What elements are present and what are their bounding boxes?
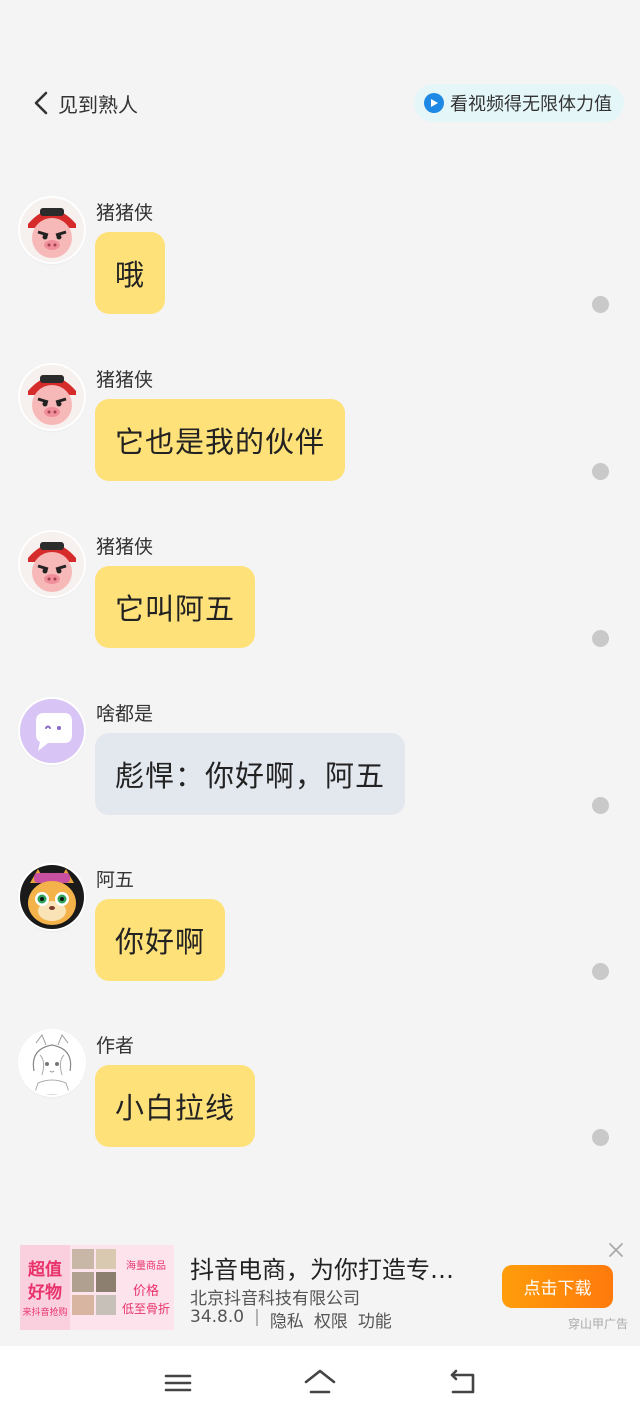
- message-bubble[interactable]: 哦: [95, 232, 166, 314]
- comment-dot-icon[interactable]: [592, 963, 609, 980]
- sender-name: 猪猪侠: [96, 369, 154, 391]
- ad-source-label: 穿山甲广告: [568, 1317, 629, 1331]
- pig-hero-avatar[interactable]: [20, 532, 84, 596]
- chat-message: 阿五 你好啊: [0, 865, 640, 1015]
- ad-banner[interactable]: 超值 好物 来抖音抢购 海量商品 价格 低至骨折 抖音电商，为你打造专… 北京抖…: [0, 1232, 640, 1344]
- home-button[interactable]: [303, 1368, 337, 1398]
- app-screen: 见到熟人 看视频得无限体力值 猪猪侠 哦 猪猪侠 它也是我的伙伴 猪猪侠 它叫阿…: [0, 0, 640, 1422]
- ad-image-text: 价格: [133, 1283, 159, 1299]
- close-icon: [609, 1243, 623, 1257]
- ad-image-text: 超值: [28, 1259, 62, 1280]
- back-button[interactable]: 见到熟人: [32, 84, 138, 122]
- ad-image-text: 低至骨折: [122, 1301, 170, 1316]
- ad-image-text: 来抖音抢购: [22, 1306, 67, 1318]
- comment-dot-icon[interactable]: [592, 296, 609, 313]
- ad-features-link[interactable]: 功能: [358, 1307, 392, 1332]
- message-bubble[interactable]: 它也是我的伙伴: [95, 399, 346, 481]
- comment-dot-icon[interactable]: [592, 797, 609, 814]
- ad-meta: 34.8.0 | 隐私 权限 功能: [190, 1307, 402, 1332]
- ad-version: 34.8.0: [190, 1307, 245, 1327]
- chat-message: 猪猪侠 它叫阿五: [0, 532, 640, 682]
- menu-button[interactable]: [161, 1368, 195, 1398]
- back-nav-button[interactable]: [445, 1368, 479, 1398]
- menu-icon: [164, 1374, 192, 1392]
- ad-image[interactable]: 超值 好物 来抖音抢购 海量商品 价格 低至骨折: [20, 1245, 174, 1330]
- cartoon-cat-avatar[interactable]: [20, 865, 84, 929]
- comment-dot-icon[interactable]: [592, 630, 609, 647]
- sketch-girl-avatar[interactable]: [20, 1031, 84, 1095]
- comment-dot-icon[interactable]: [592, 1129, 609, 1146]
- ad-image-text: 海量商品: [126, 1259, 166, 1272]
- ad-permissions-link[interactable]: 权限: [314, 1307, 348, 1332]
- sender-name: 作者: [96, 1035, 135, 1057]
- sender-name: 啥都是: [96, 703, 154, 725]
- ad-privacy-link[interactable]: 隐私: [270, 1307, 304, 1332]
- sender-name: 猪猪侠: [96, 202, 154, 224]
- energy-label: 看视频得无限体力值: [450, 94, 612, 115]
- message-bubble[interactable]: 彪悍：你好啊，阿五: [95, 733, 406, 815]
- ad-company: 北京抖音科技有限公司: [190, 1289, 360, 1309]
- ad-download-button[interactable]: 点击下载: [502, 1265, 613, 1308]
- pig-hero-avatar[interactable]: [20, 365, 84, 429]
- system-nav-bar: [0, 1346, 640, 1422]
- chat-message: 猪猪侠 它也是我的伙伴: [0, 365, 640, 515]
- chat-message: 作者 小白拉线: [0, 1031, 640, 1181]
- chevron-left-icon: [34, 91, 48, 115]
- home-icon: [304, 1369, 336, 1394]
- chat-bubble-avatar[interactable]: [20, 699, 84, 763]
- chat-message: 啥都是 彪悍：你好啊，阿五: [0, 699, 640, 849]
- chapter-title: 见到熟人: [58, 92, 138, 117]
- sender-name: 猪猪侠: [96, 536, 154, 558]
- message-bubble[interactable]: 你好啊: [95, 899, 226, 981]
- pig-hero-avatar[interactable]: [20, 198, 84, 262]
- message-bubble[interactable]: 小白拉线: [95, 1065, 256, 1147]
- play-icon: [424, 93, 444, 113]
- ad-title[interactable]: 抖音电商，为你打造专…: [190, 1250, 454, 1285]
- watch-video-energy-button[interactable]: 看视频得无限体力值: [414, 84, 624, 122]
- message-bubble[interactable]: 它叫阿五: [95, 566, 256, 648]
- ad-image-text: 好物: [27, 1282, 62, 1303]
- chat-message: 猪猪侠 哦: [0, 198, 640, 348]
- divider: |: [254, 1307, 260, 1327]
- top-bar: 见到熟人 看视频得无限体力值: [0, 84, 640, 124]
- back-icon: [450, 1369, 475, 1394]
- sender-name: 阿五: [96, 869, 135, 891]
- ad-close-button[interactable]: [606, 1240, 626, 1260]
- comment-dot-icon[interactable]: [592, 463, 609, 480]
